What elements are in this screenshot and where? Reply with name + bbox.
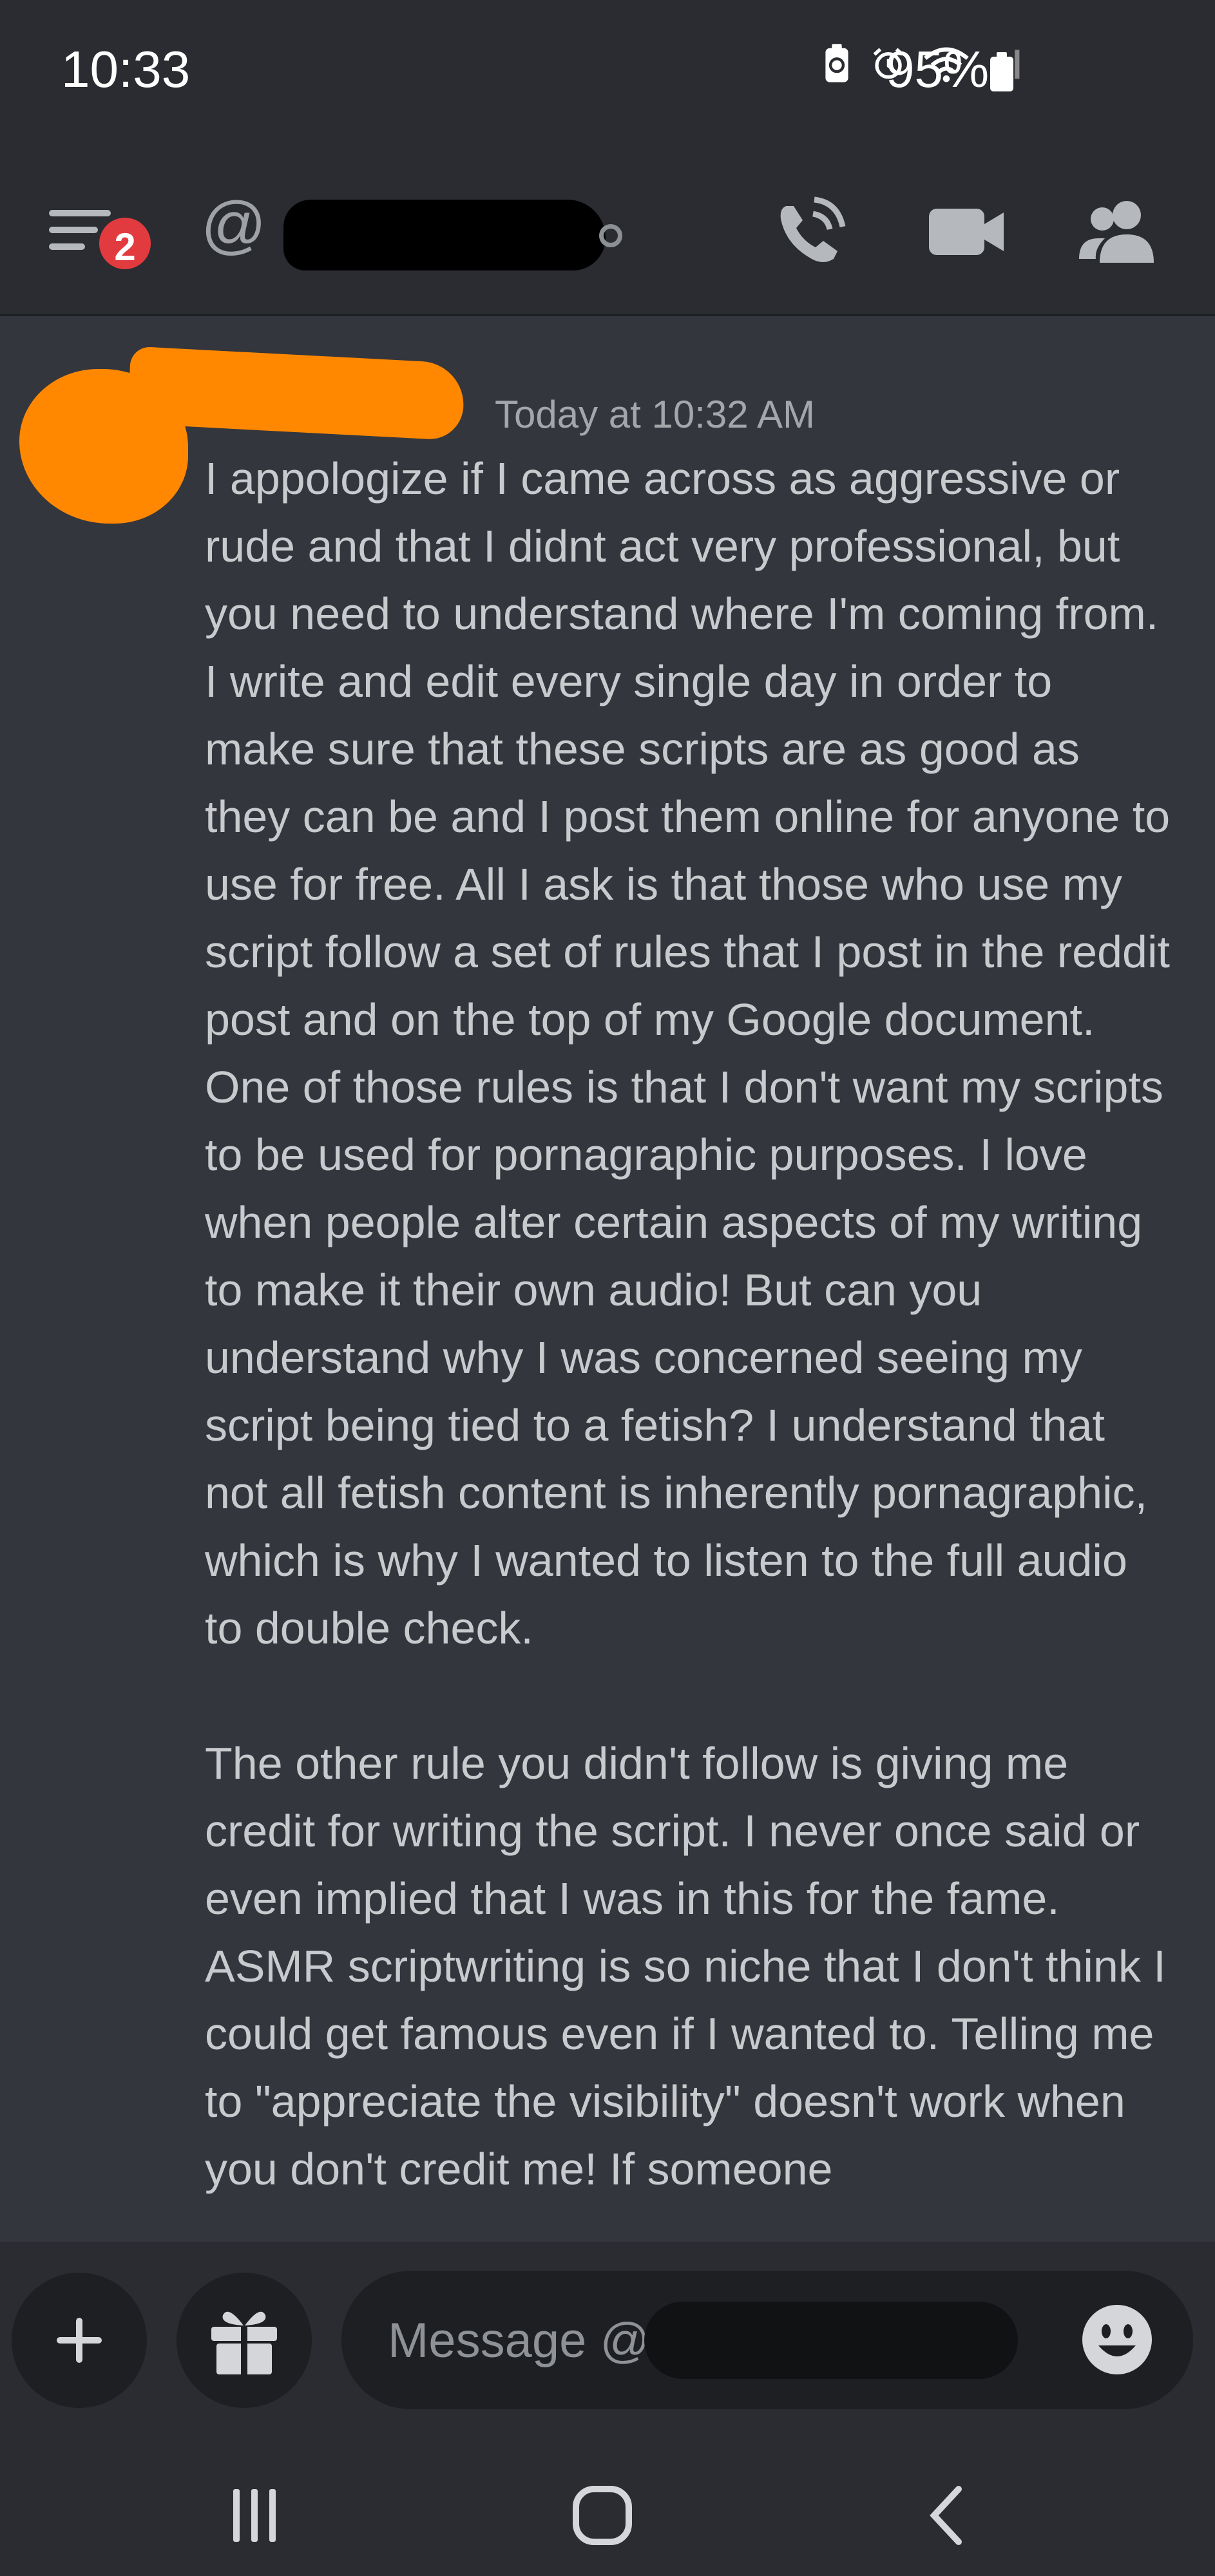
message-timestamp: Today at 10:32 AM	[495, 393, 815, 436]
back-icon[interactable]	[915, 2480, 986, 2551]
message-paragraph: The other rule you didn't follow is givi…	[205, 1738, 1166, 2194]
status-bar: 10:33 95%	[0, 0, 1215, 142]
message-content: I appologize if I came across as aggress…	[205, 445, 1171, 2242]
message-paragraph: I appologize if I came across as aggress…	[205, 453, 1171, 1653]
offline-status-icon	[599, 224, 622, 247]
message-composer	[0, 2242, 1215, 2435]
add-attachment-button[interactable]	[12, 2273, 147, 2408]
dm-at-icon: @	[201, 189, 267, 261]
battery-saver-icon	[825, 44, 848, 82]
message-input-wrapper[interactable]	[341, 2271, 1193, 2410]
recent-apps-icon[interactable]	[219, 2480, 290, 2551]
battery-percent: 95%	[886, 41, 990, 98]
redacted-recipient-name	[644, 2302, 1018, 2379]
system-navigation-bar	[0, 2435, 1215, 2576]
plus-icon	[57, 2318, 102, 2363]
message-list[interactable]: Today at 10:32 AM I appologize if I came…	[0, 316, 1215, 2242]
notification-badge: 2	[95, 214, 155, 273]
emoji-icon[interactable]	[1080, 2303, 1154, 2377]
members-icon[interactable]	[1073, 187, 1163, 277]
gift-button[interactable]	[177, 2273, 312, 2408]
status-time: 10:33	[61, 41, 191, 98]
battery-icon	[990, 52, 1013, 91]
home-icon[interactable]	[567, 2480, 638, 2551]
phone-call-icon[interactable]	[767, 187, 857, 277]
chat-header: @	[0, 142, 1215, 316]
redacted-username	[283, 200, 606, 270]
video-camera-icon[interactable]	[921, 187, 1011, 277]
gift-icon	[211, 2311, 277, 2374]
